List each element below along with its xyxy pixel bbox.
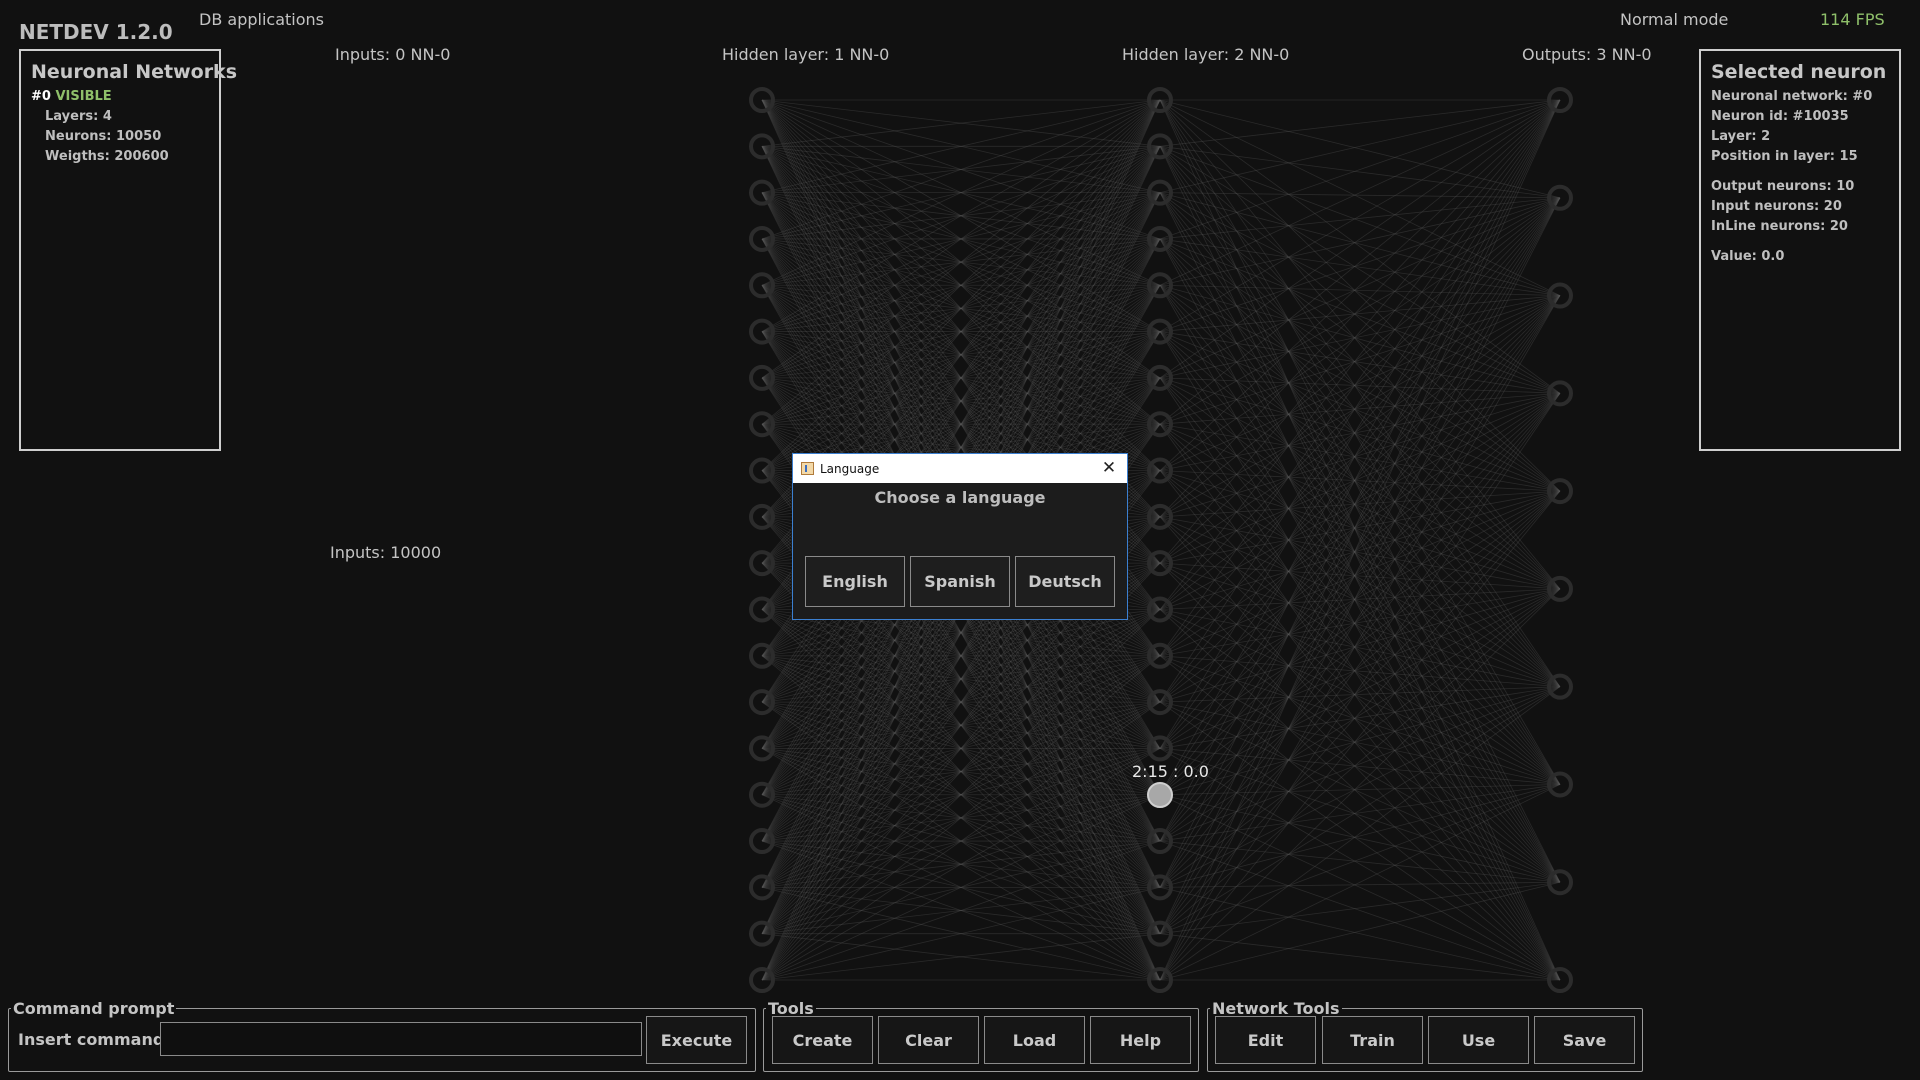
network-layers: Layers: 4	[45, 109, 112, 124]
dialog-prompt: Choose a language	[874, 488, 1046, 507]
mode-indicator: Normal mode	[1620, 10, 1729, 29]
input-neurons: Input neurons: 20	[1711, 199, 1842, 214]
dialog-titlebar[interactable]: Language ✕	[793, 454, 1127, 483]
close-icon[interactable]: ✕	[1097, 457, 1121, 479]
neuronal-networks-panel: Neuronal Networks #0 VISIBLE Layers: 4 N…	[19, 49, 238, 451]
neuron-tooltip: 2:15 : 0.0	[1132, 762, 1209, 781]
command-input[interactable]	[160, 1022, 642, 1056]
deutsch-button[interactable]: Deutsch	[1015, 556, 1115, 607]
edit-button[interactable]: Edit	[1215, 1016, 1316, 1064]
network-weights: Weigths: 200600	[45, 149, 169, 164]
help-button[interactable]: Help	[1090, 1016, 1191, 1064]
java-icon	[801, 462, 814, 475]
spanish-button[interactable]: Spanish	[910, 556, 1010, 607]
db-applications-menu[interactable]: DB applications	[199, 10, 324, 29]
save-button[interactable]: Save	[1534, 1016, 1635, 1064]
create-button[interactable]: Create	[772, 1016, 873, 1064]
use-button[interactable]: Use	[1428, 1016, 1529, 1064]
fps-counter: 114 FPS	[1820, 10, 1885, 29]
execute-button[interactable]: Execute	[646, 1016, 747, 1064]
selected-neuron-panel: Selected neuron Neuronal network: #0 Neu…	[1699, 49, 1901, 451]
app-title: NETDEV 1.2.0	[19, 20, 173, 44]
language-dialog: Language ✕ Choose a language English Spa…	[792, 453, 1128, 620]
network-status: VISIBLE	[55, 89, 112, 104]
neuron-position: Position in layer: 15	[1711, 149, 1858, 164]
layer-header-inputs: Inputs: 0 NN-0	[335, 45, 451, 64]
network-id: #0	[31, 89, 51, 104]
panel-title: Neuronal Networks	[31, 61, 238, 83]
neuron-value: Value: 0.0	[1711, 249, 1785, 264]
layer-header-hidden-1: Hidden layer: 1 NN-0	[722, 45, 890, 64]
selected-neuron[interactable]	[1147, 782, 1173, 808]
layer-header-outputs: Outputs: 3 NN-0	[1522, 45, 1652, 64]
neuron-network: Neuronal network: #0	[1711, 89, 1873, 104]
panel-title: Selected neuron	[1711, 61, 1887, 83]
dialog-title: Language	[820, 461, 880, 476]
train-button[interactable]: Train	[1322, 1016, 1423, 1064]
network-neurons: Neurons: 10050	[45, 129, 162, 144]
neuron-layer: Layer: 2	[1711, 129, 1771, 144]
inline-neurons: InLine neurons: 20	[1711, 219, 1848, 234]
network-entry[interactable]: #0 VISIBLE	[31, 87, 209, 107]
layer-header-hidden-2: Hidden layer: 2 NN-0	[1122, 45, 1290, 64]
load-button[interactable]: Load	[984, 1016, 1085, 1064]
group-legend: Command prompt	[13, 999, 175, 1018]
english-button[interactable]: English	[805, 556, 905, 607]
inputs-count: Inputs: 10000	[330, 543, 442, 562]
output-neurons: Output neurons: 10	[1711, 179, 1855, 194]
neuron-id: Neuron id: #10035	[1711, 109, 1849, 124]
command-label: Insert command:	[18, 1030, 171, 1049]
clear-button[interactable]: Clear	[878, 1016, 979, 1064]
